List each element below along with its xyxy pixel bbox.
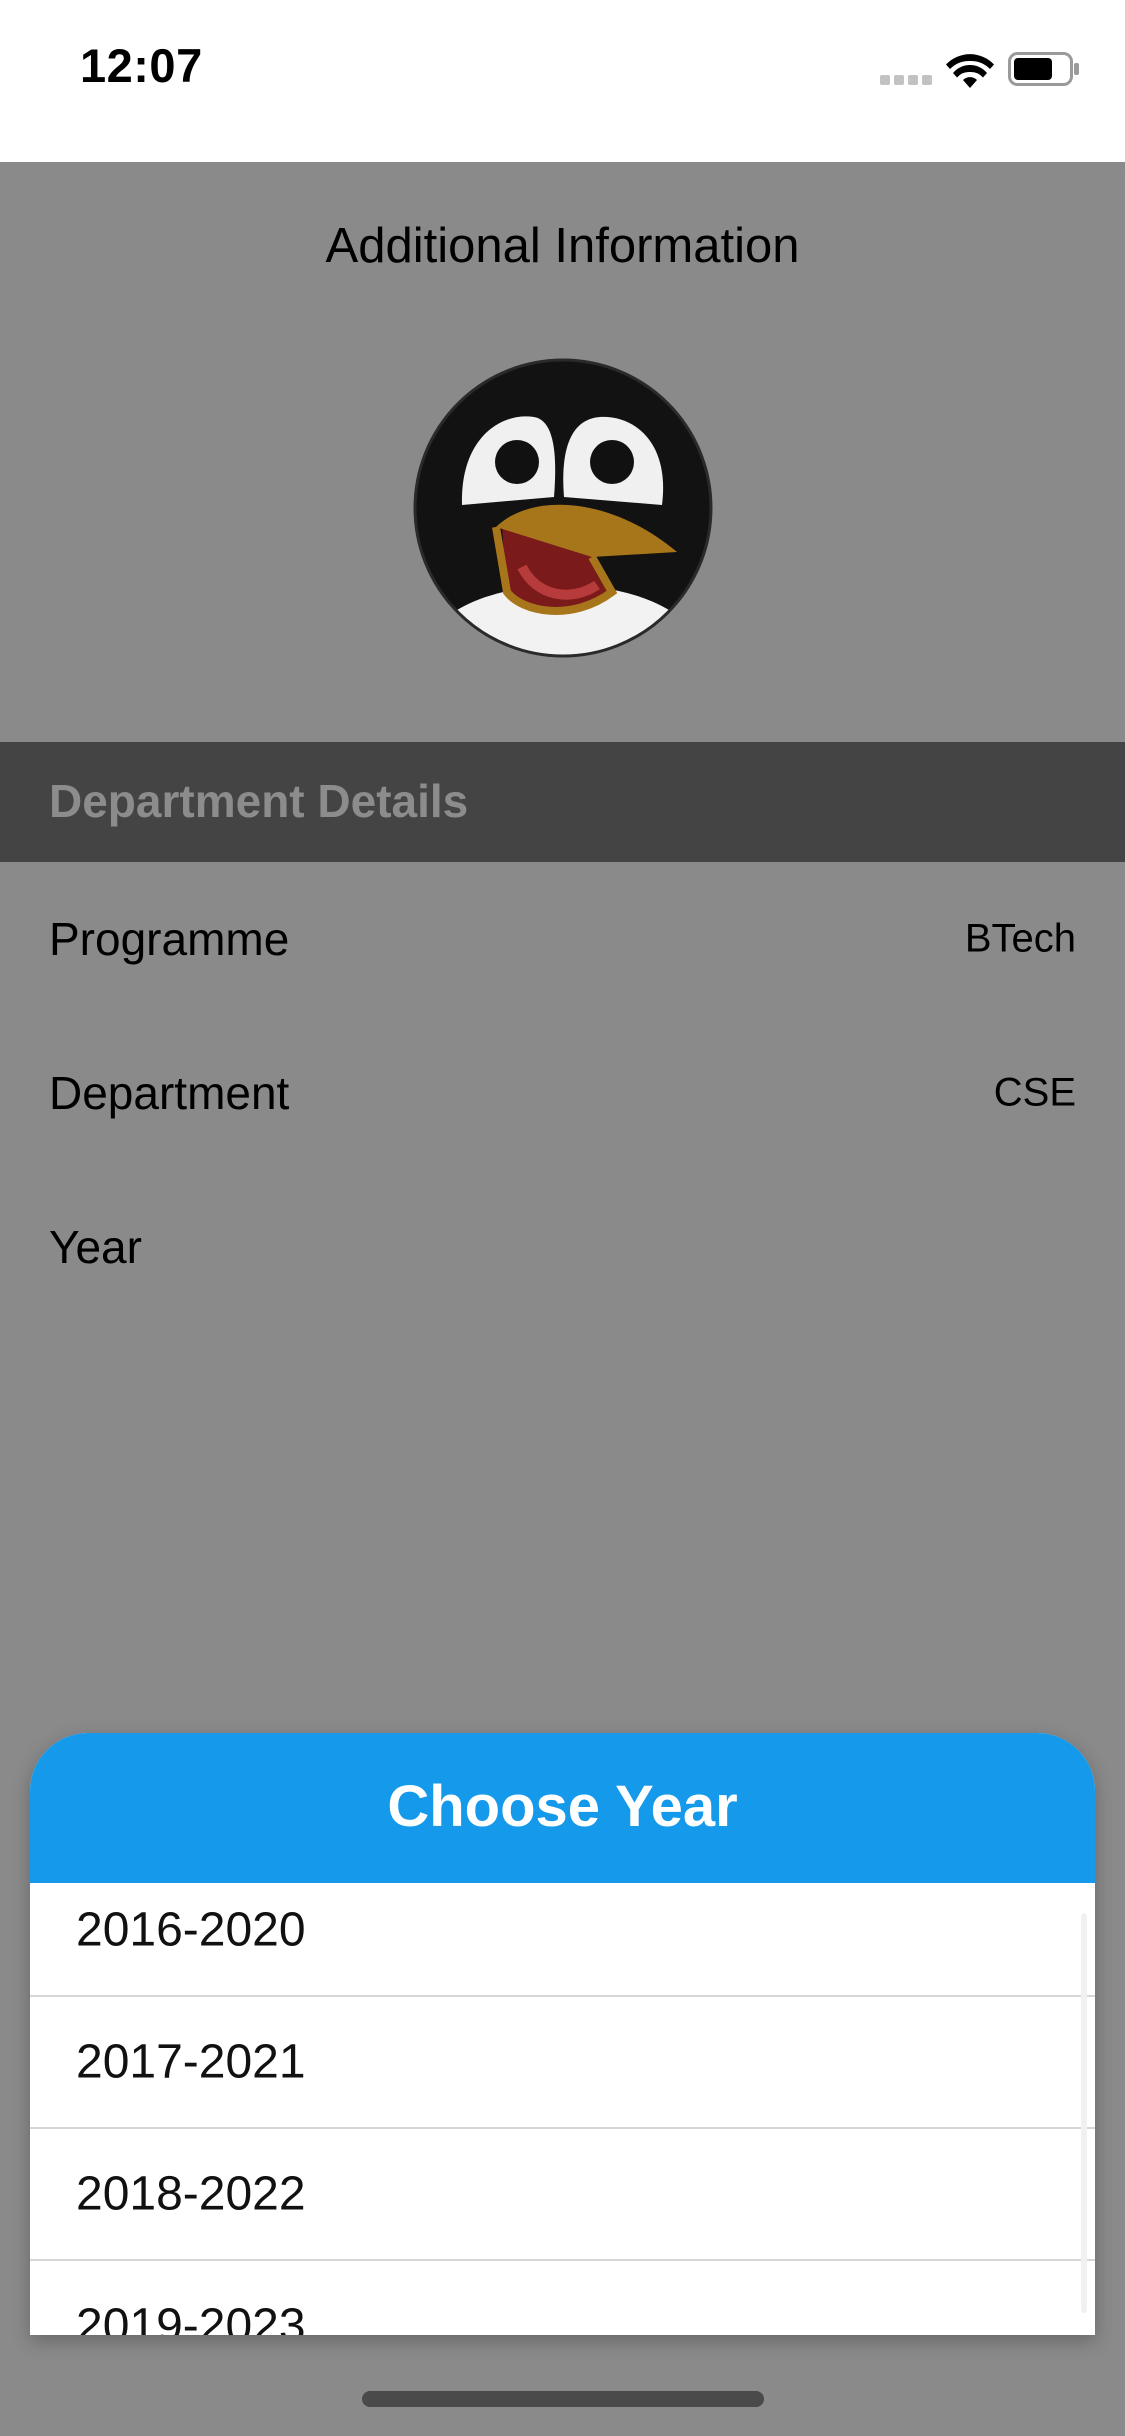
battery-icon: [1008, 52, 1079, 86]
year-option-label: 2017-2021: [76, 2035, 306, 2089]
section-header-label: Department Details: [49, 775, 469, 827]
department-details-header: Department Details: [0, 742, 1125, 862]
penguin-avatar-icon[interactable]: [412, 357, 714, 659]
page-title: Additional Information: [325, 219, 800, 273]
cellular-signal-icon: [880, 75, 934, 85]
choose-year-picker: Choose Year 2016-2020 2017-2021 2018-202…: [30, 1733, 1095, 2335]
department-label: Department: [49, 1067, 290, 1119]
year-option[interactable]: 2019-2023: [30, 2261, 1095, 2336]
status-time: 12:07: [80, 39, 203, 92]
year-option-label: 2016-2020: [76, 1903, 306, 1957]
department-row[interactable]: Department CSE: [0, 1016, 1125, 1170]
year-option-label: 2018-2022: [76, 2167, 306, 2221]
status-bar: 12:07: [0, 0, 1125, 162]
programme-label: Programme: [49, 913, 290, 965]
wifi-icon: [946, 54, 994, 88]
year-option[interactable]: 2018-2022: [30, 2129, 1095, 2261]
picker-title: Choose Year: [387, 1774, 738, 1839]
scroll-indicator[interactable]: [1081, 1913, 1087, 2313]
year-options-list[interactable]: 2016-2020 2017-2021 2018-2022 2019-2023: [30, 1883, 1095, 2335]
department-value: CSE: [993, 1070, 1076, 1115]
year-label: Year: [49, 1221, 142, 1273]
year-option-label: 2019-2023: [76, 2299, 306, 2336]
home-indicator[interactable]: [362, 2391, 764, 2407]
year-option[interactable]: 2017-2021: [30, 1997, 1095, 2129]
programme-row[interactable]: Programme BTech: [0, 862, 1125, 1016]
year-option[interactable]: 2016-2020: [30, 1883, 1095, 1997]
programme-value: BTech: [964, 916, 1076, 961]
year-row[interactable]: Year: [0, 1170, 1125, 1324]
picker-header: Choose Year: [30, 1733, 1095, 1883]
